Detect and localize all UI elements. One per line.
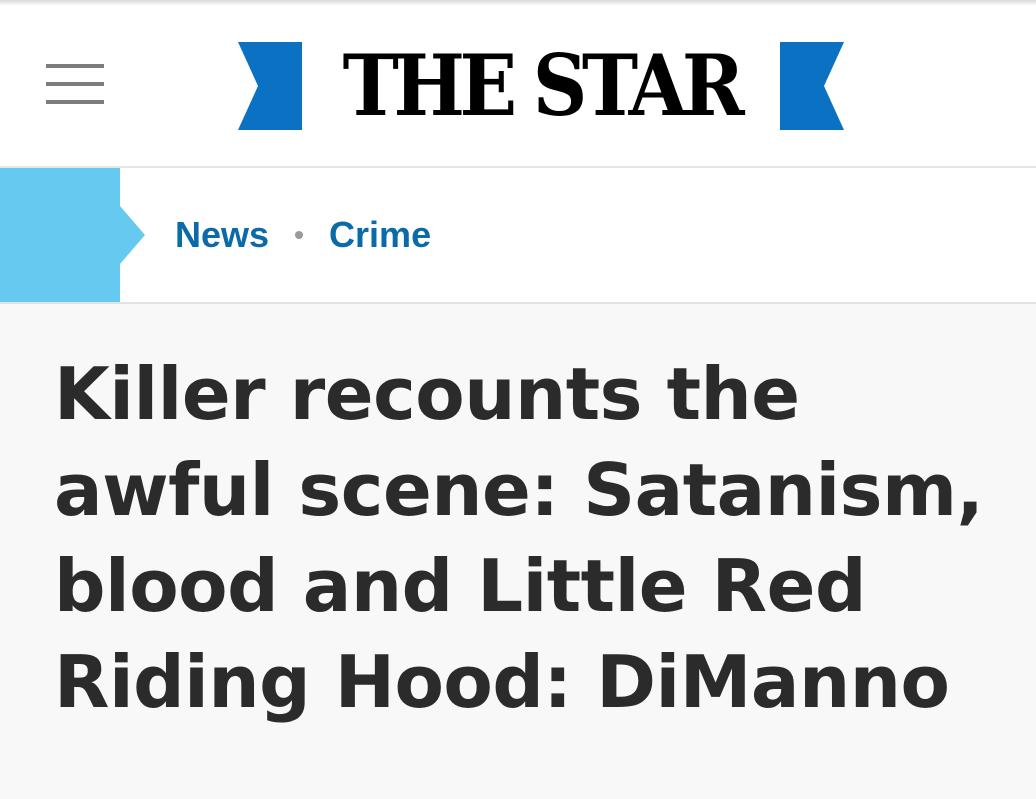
breadcrumb-news-link[interactable]: News <box>175 214 269 256</box>
breadcrumb: News Crime <box>175 168 431 302</box>
section-flag-icon <box>0 168 145 302</box>
site-header: THE STAR <box>0 6 1036 168</box>
menu-line <box>46 100 104 104</box>
menu-line <box>46 82 104 86</box>
site-logo[interactable]: THE STAR <box>238 42 844 130</box>
logo-wordmark: THE STAR <box>342 36 745 135</box>
article-headline: Killer recounts the awful scene: Satanis… <box>54 352 984 724</box>
breadcrumb-bar: News Crime <box>0 168 1036 304</box>
menu-line <box>46 64 104 68</box>
breadcrumb-separator-dot <box>295 231 304 239</box>
hamburger-menu-icon[interactable] <box>46 64 104 108</box>
breadcrumb-crime-link[interactable]: Crime <box>329 214 431 256</box>
